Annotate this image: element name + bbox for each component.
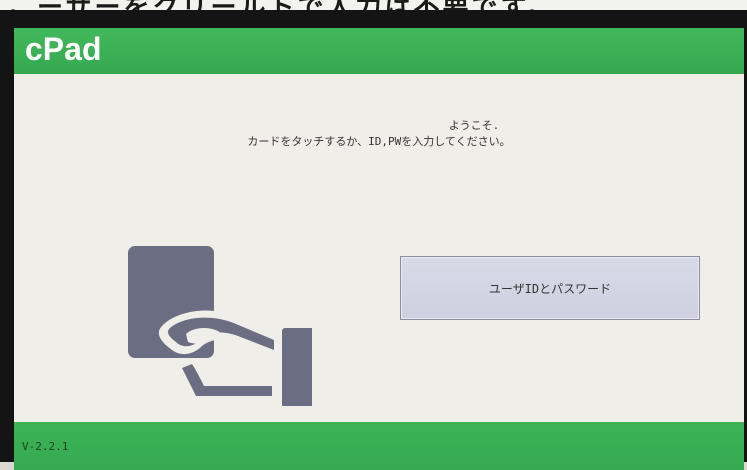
main-panel: ようこそ. カードをタッチするか、ID,PWを入力してください。 ユーザIDとパ… <box>14 74 744 422</box>
card-touch-icon[interactable] <box>122 246 314 414</box>
app-title: cPad <box>25 31 102 67</box>
card-hand-icon <box>128 246 314 414</box>
welcome-line-1: ようこそ. <box>448 119 500 132</box>
device-bezel: cPad ようこそ. カードをタッチするか、ID,PWを入力してください。 ユー… <box>0 10 747 470</box>
footer-bar: V-2.2.1 <box>14 422 744 470</box>
welcome-line-2: カードをタッチするか、ID,PWを入力してください。 <box>247 135 511 148</box>
user-id-password-button[interactable]: ユーザIDとパスワード <box>400 256 700 320</box>
welcome-message: ようこそ. カードをタッチするか、ID,PWを入力してください。 <box>14 118 744 150</box>
header-bar: cPad <box>14 28 744 74</box>
version-label: V-2.2.1 <box>22 440 69 453</box>
screen: cPad ようこそ. カードをタッチするか、ID,PWを入力してください。 ユー… <box>14 28 744 470</box>
